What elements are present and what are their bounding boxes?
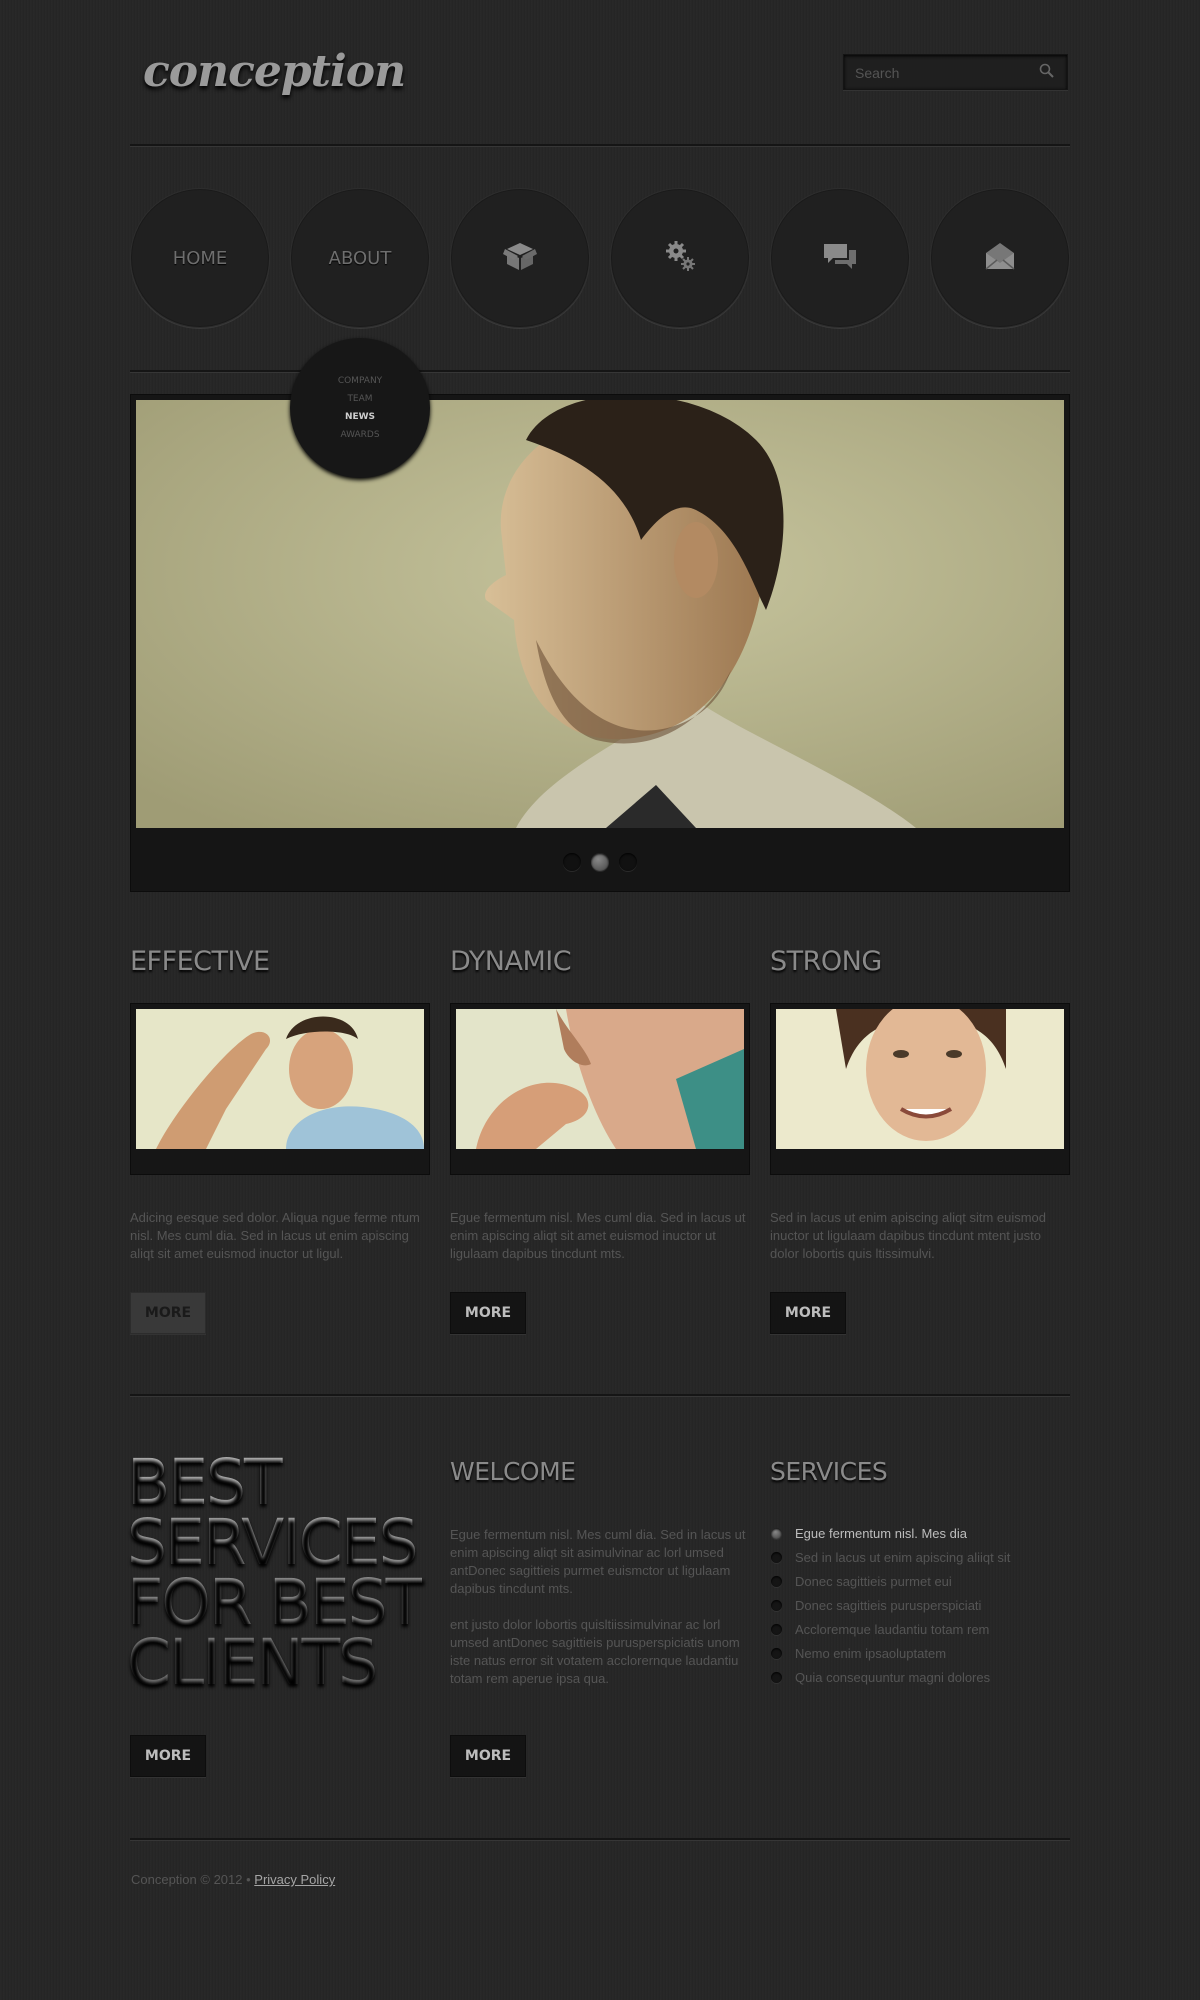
footer: Conception © 2012 • Privacy Policy — [131, 1872, 335, 1887]
slider-pagination — [131, 853, 1069, 871]
nav-divider — [130, 370, 1070, 373]
nav-about-label: ABOUT — [328, 247, 392, 269]
logo[interactable]: conception — [143, 46, 406, 97]
column-title-strong: STRONG — [770, 946, 882, 977]
tagline-line-1: BEST — [127, 1446, 283, 1519]
chat-icon — [823, 242, 857, 275]
services-item[interactable]: Donec sagittieis purmet eui — [770, 1570, 1010, 1594]
more-button-welcome[interactable]: MORE — [450, 1735, 526, 1777]
tagline-line-3: FOR BEST — [127, 1566, 424, 1639]
copyright: Conception © 2012 • — [131, 1872, 251, 1887]
envelope-icon — [985, 241, 1015, 276]
search-box — [843, 54, 1068, 90]
slider-dot-2[interactable] — [591, 853, 609, 871]
submenu-team[interactable]: TEAM — [347, 390, 372, 408]
submenu-news[interactable]: NEWS — [345, 408, 375, 426]
nav-about[interactable]: ABOUT — [290, 188, 430, 328]
about-submenu: COMPANY TEAM NEWS AWARDS — [290, 338, 430, 478]
search-icon[interactable] — [1039, 63, 1055, 84]
nav-contacts[interactable] — [930, 188, 1070, 328]
thumb-image-man-chin — [456, 1009, 744, 1149]
services-item[interactable]: Sed in lacus ut enim apiscing aliiqt sit — [770, 1546, 1010, 1570]
column-title-effective: EFFECTIVE — [130, 946, 270, 977]
nav-blog[interactable] — [770, 188, 910, 328]
services-item[interactable]: Accloremque laudantiu totam rem — [770, 1618, 1010, 1642]
thumb-image-woman-smiling — [776, 1009, 1064, 1149]
gears-icon — [665, 240, 695, 277]
column-title-dynamic: DYNAMIC — [450, 946, 572, 977]
nav-services[interactable] — [610, 188, 750, 328]
tagline-line-4: CLIENTS — [127, 1626, 378, 1699]
thumb-strong — [770, 1003, 1070, 1175]
more-button-tagline[interactable]: MORE — [130, 1735, 206, 1777]
tagline: BEST SERVICES FOR BEST CLIENTS — [127, 1446, 424, 1699]
image-slider — [130, 394, 1070, 892]
footer-divider — [130, 1838, 1070, 1841]
search-input[interactable] — [853, 64, 1037, 82]
services-title: SERVICES — [770, 1457, 888, 1486]
welcome-paragraph-1: Egue fermentum nisl. Mes cuml dia. Sed i… — [450, 1527, 746, 1596]
nav-home-label: HOME — [172, 247, 228, 269]
welcome-title: WELCOME — [450, 1457, 576, 1486]
slide-image-man-profile — [136, 400, 1064, 828]
content-divider — [130, 1394, 1070, 1397]
header-divider — [130, 144, 1070, 147]
slider-dot-1[interactable] — [563, 853, 581, 871]
services-list: Egue fermentum nisl. Mes dia Sed in lacu… — [770, 1522, 1010, 1690]
box-icon — [503, 240, 537, 277]
services-item[interactable]: Egue fermentum nisl. Mes dia — [770, 1522, 1010, 1546]
column-text-strong: Sed in lacus ut enim apiscing aliqt sitm… — [770, 1210, 1047, 1261]
welcome-paragraph-2: ent justo dolor lobortis quisltiissimulv… — [450, 1617, 740, 1686]
services-item[interactable]: Quia consequuntur magni dolores — [770, 1666, 1010, 1690]
thumb-dynamic — [450, 1003, 750, 1175]
submenu-company[interactable]: COMPANY — [338, 372, 382, 390]
column-text-dynamic: Egue fermentum nisl. Mes cuml dia. Sed i… — [450, 1210, 746, 1261]
privacy-policy-link[interactable]: Privacy Policy — [254, 1872, 335, 1887]
services-item[interactable]: Nemo enim ipsaoluptatem — [770, 1642, 1010, 1666]
thumb-image-man-thinking — [136, 1009, 424, 1149]
more-button-strong[interactable]: MORE — [770, 1292, 846, 1334]
submenu-awards[interactable]: AWARDS — [340, 426, 379, 444]
more-button-effective[interactable]: MORE — [130, 1292, 206, 1334]
tagline-line-2: SERVICES — [127, 1506, 419, 1579]
column-text-effective: Adicing eesque sed dolor. Aliqua ngue fe… — [130, 1210, 420, 1261]
more-button-dynamic[interactable]: MORE — [450, 1292, 526, 1334]
slider-dot-3[interactable] — [619, 853, 637, 871]
services-item[interactable]: Donec sagittieis purusperspiciati — [770, 1594, 1010, 1618]
nav-portfolio[interactable] — [450, 188, 590, 328]
nav-home[interactable]: HOME — [130, 188, 270, 328]
thumb-effective — [130, 1003, 430, 1175]
